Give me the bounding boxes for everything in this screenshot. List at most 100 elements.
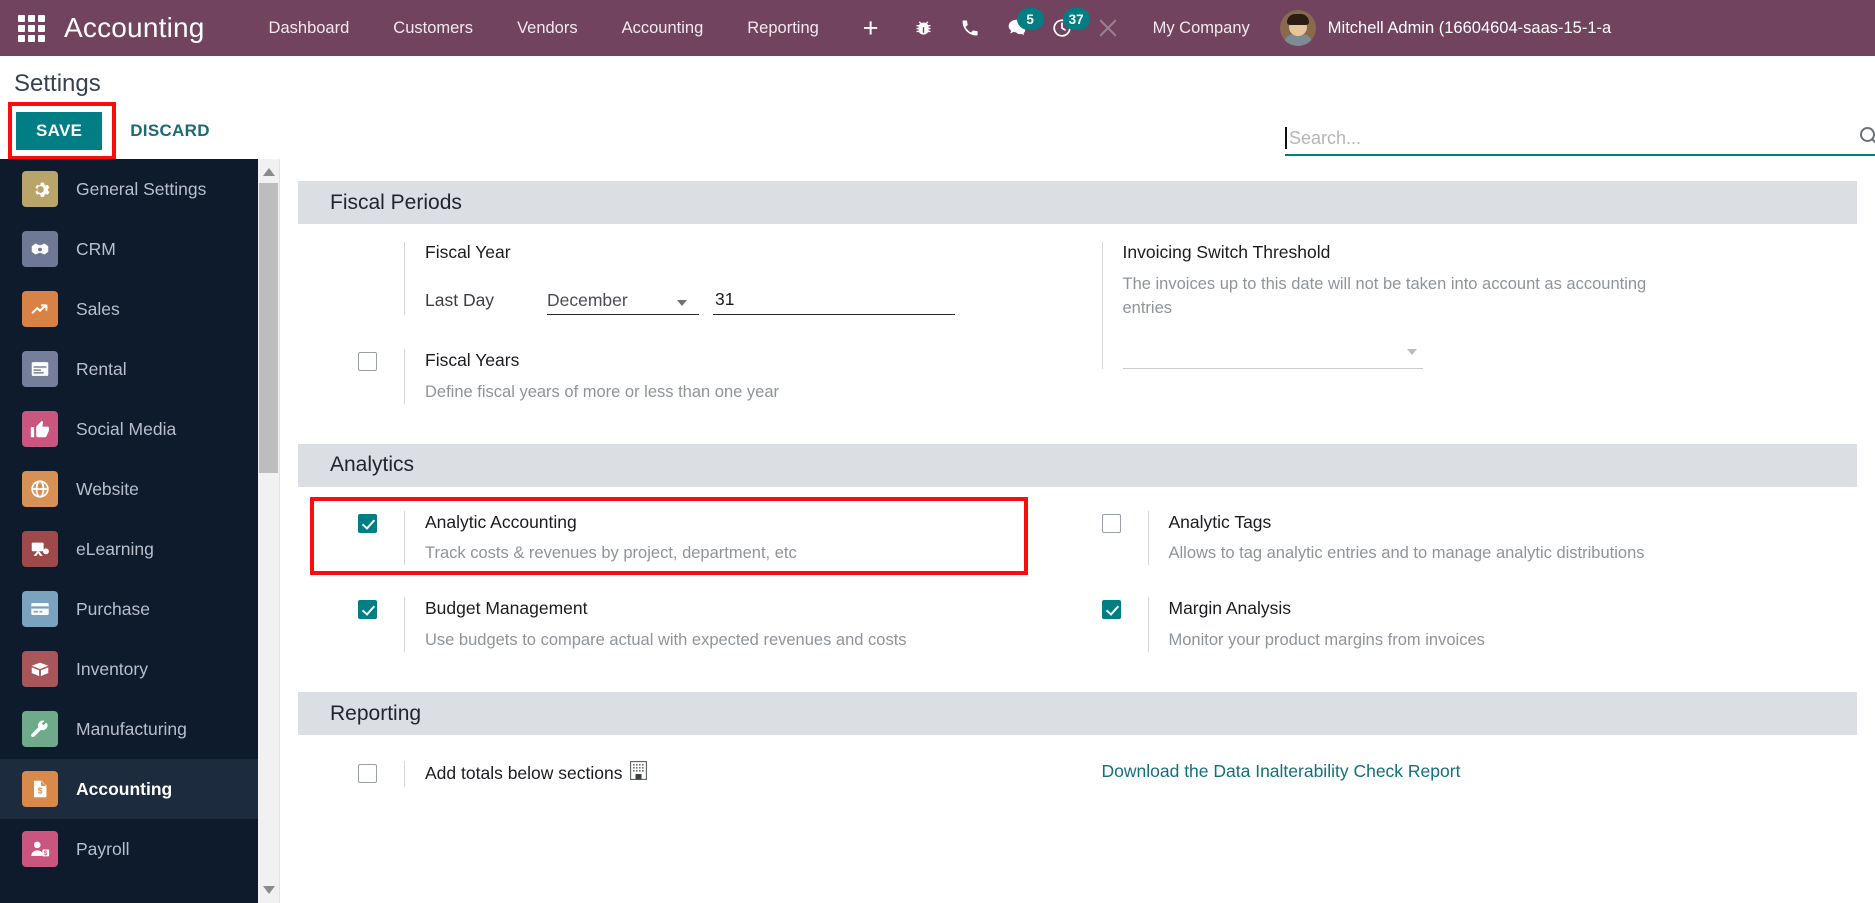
- sidebar-item-label: CRM: [76, 238, 116, 259]
- setting-row-budget-management: Budget Management Use budgets to compare…: [358, 597, 1056, 653]
- nav-item-vendors[interactable]: Vendors: [495, 0, 600, 56]
- sidebar-item-elearning[interactable]: eLearning: [0, 519, 258, 579]
- fiscal-year-block: Fiscal Year Last Day JanuaryFebruaryMarc…: [404, 242, 1056, 315]
- add-totals-checkbox[interactable]: [358, 764, 377, 784]
- margin-analysis-checkbox[interactable]: [1101, 600, 1121, 620]
- sidebar-item-sales[interactable]: Sales: [0, 279, 258, 339]
- bug-icon[interactable]: [901, 0, 947, 56]
- discard-button[interactable]: DISCARD: [130, 121, 210, 141]
- person-dollar-icon: $: [22, 831, 58, 867]
- apps-grid-icon[interactable]: [14, 11, 48, 45]
- thumbs-up-icon: [22, 411, 58, 447]
- section-body-analytics: Analytic Accounting Track costs & revenu…: [298, 487, 1857, 692]
- setting-description: Allows to tag analytic entries and to ma…: [1168, 544, 1645, 563]
- budget-management-checkbox[interactable]: [358, 600, 377, 620]
- globe-icon: [22, 471, 58, 507]
- sidebar-item-social-media[interactable]: Social Media: [0, 399, 258, 459]
- setting-title: Analytic Accounting: [425, 511, 577, 532]
- sidebar-item-label: Inventory: [76, 658, 148, 679]
- sidebar-item-general-settings[interactable]: General Settings: [0, 159, 258, 219]
- messages-icon[interactable]: 5: [993, 0, 1044, 56]
- chart-up-icon: [22, 291, 58, 327]
- threshold-title: Invoicing Switch Threshold: [1122, 242, 1331, 262]
- section-header-reporting: Reporting: [298, 692, 1857, 736]
- nav-item-customers[interactable]: Customers: [371, 0, 495, 56]
- credit-card-icon: [22, 591, 58, 627]
- presentation-icon: [22, 531, 58, 567]
- company-building-icon: [630, 761, 648, 787]
- user-menu[interactable]: Mitchell Admin (16604604-saas-15-1-a: [1272, 10, 1611, 46]
- setting-row-margin-analysis: Margin Analysis Monitor your product mar…: [1101, 597, 1836, 653]
- setting-row-analytic-accounting: Analytic Accounting Track costs & revenu…: [358, 510, 1056, 566]
- nav-item-accounting[interactable]: Accounting: [600, 0, 726, 56]
- sidebar-item-inventory[interactable]: Inventory: [0, 639, 258, 699]
- sidebar-item-label: Rental: [76, 358, 127, 379]
- setting-text: Fiscal Years Define fiscal years of more…: [404, 349, 1056, 404]
- setting-text: Analytic Tags Allows to tag analytic ent…: [1147, 510, 1836, 566]
- section-header-analytics: Analytics: [298, 443, 1857, 487]
- handshake-icon: [22, 231, 58, 267]
- nav-item-dashboard[interactable]: Dashboard: [247, 0, 372, 56]
- fiscal-day-input[interactable]: [713, 289, 955, 315]
- setting-title: Analytic Tags: [1168, 511, 1272, 532]
- company-selector[interactable]: My Company: [1131, 0, 1272, 56]
- calendar-list-icon: [22, 351, 58, 387]
- nav-item-reporting[interactable]: Reporting: [725, 0, 841, 56]
- analytic-accounting-checkbox[interactable]: [358, 513, 377, 533]
- section-header-fiscal-periods: Fiscal Periods: [298, 181, 1857, 224]
- fiscal-years-checkbox[interactable]: [358, 352, 377, 371]
- section-body-fiscal-periods: Fiscal Year Last Day JanuaryFebruaryMarc…: [298, 224, 1857, 444]
- chevron-down-icon: [1406, 348, 1417, 355]
- sidebar-item-rental[interactable]: Rental: [0, 339, 258, 399]
- sidebar-item-purchase[interactable]: Purchase: [0, 579, 258, 639]
- setting-row-add-totals: Add totals below sections: [358, 761, 1056, 787]
- sidebar-item-label: Accounting: [76, 778, 173, 799]
- activities-clock-icon[interactable]: 37: [1039, 0, 1090, 56]
- app-brand-title[interactable]: Accounting: [64, 12, 205, 44]
- fiscal-year-title: Fiscal Year: [425, 242, 511, 262]
- sidebar-item-website[interactable]: Website: [0, 459, 258, 519]
- developer-tools-icon[interactable]: [1085, 0, 1131, 56]
- phone-icon[interactable]: [947, 0, 993, 56]
- search-icon[interactable]: [1857, 124, 1875, 153]
- invoice-dollar-icon: $: [22, 771, 58, 807]
- control-panel: Settings SAVE DISCARD: [0, 56, 1875, 160]
- setting-description: Monitor your product margins from invoic…: [1168, 631, 1485, 650]
- sidebar-item-payroll[interactable]: $ Payroll: [0, 819, 258, 879]
- text-cursor: [1285, 127, 1287, 149]
- page-body: General Settings CRM Sales Rental Social: [0, 159, 1875, 903]
- chevron-down-icon[interactable]: [258, 881, 280, 899]
- add-new-icon[interactable]: +: [841, 0, 901, 56]
- setting-text: Add totals below sections: [404, 761, 1056, 787]
- sidebar-item-crm[interactable]: CRM: [0, 219, 258, 279]
- content-scrollbar[interactable]: [258, 159, 280, 903]
- sidebar-item-label: Social Media: [76, 418, 177, 439]
- setting-description: Use budgets to compare actual with expec…: [425, 631, 907, 650]
- svg-text:$: $: [38, 787, 43, 796]
- search-bar[interactable]: [1285, 122, 1875, 156]
- fiscal-month-select[interactable]: JanuaryFebruaryMarchAprilMayJuneJulyAugu…: [547, 290, 699, 315]
- section-body-reporting: Add totals below sections Download the D…: [298, 735, 1857, 801]
- checkbox-cell: [358, 597, 404, 620]
- sidebar-item-accounting[interactable]: $ Accounting: [0, 759, 258, 819]
- setting-description: Track costs & revenues by project, depar…: [425, 544, 797, 563]
- search-input[interactable]: [1289, 127, 1875, 149]
- threshold-date-field[interactable]: [1122, 343, 1423, 369]
- checkbox-cell: [1101, 511, 1148, 533]
- scrollbar-thumb[interactable]: [259, 183, 278, 473]
- setting-row-fiscal-years: Fiscal Years Define fiscal years of more…: [358, 349, 1056, 404]
- setting-title: Margin Analysis: [1168, 598, 1292, 619]
- checkbox-cell: [1101, 597, 1148, 620]
- setting-title: Budget Management: [425, 598, 588, 619]
- page-title: Settings: [14, 70, 101, 97]
- checkbox-cell: [358, 511, 404, 533]
- chevron-up-icon[interactable]: [258, 163, 280, 181]
- sidebar-item-manufacturing[interactable]: Manufacturing: [0, 699, 258, 759]
- save-button[interactable]: SAVE: [16, 112, 103, 150]
- gear-icon: [22, 171, 58, 207]
- fiscal-month-select-wrap: JanuaryFebruaryMarchAprilMayJuneJulyAugu…: [547, 290, 699, 315]
- analytic-tags-checkbox[interactable]: [1101, 513, 1121, 533]
- avatar: [1279, 10, 1316, 46]
- checkbox-cell: [358, 349, 404, 371]
- download-inalterability-report-link[interactable]: Download the Data Inalterability Check R…: [1102, 761, 1461, 781]
